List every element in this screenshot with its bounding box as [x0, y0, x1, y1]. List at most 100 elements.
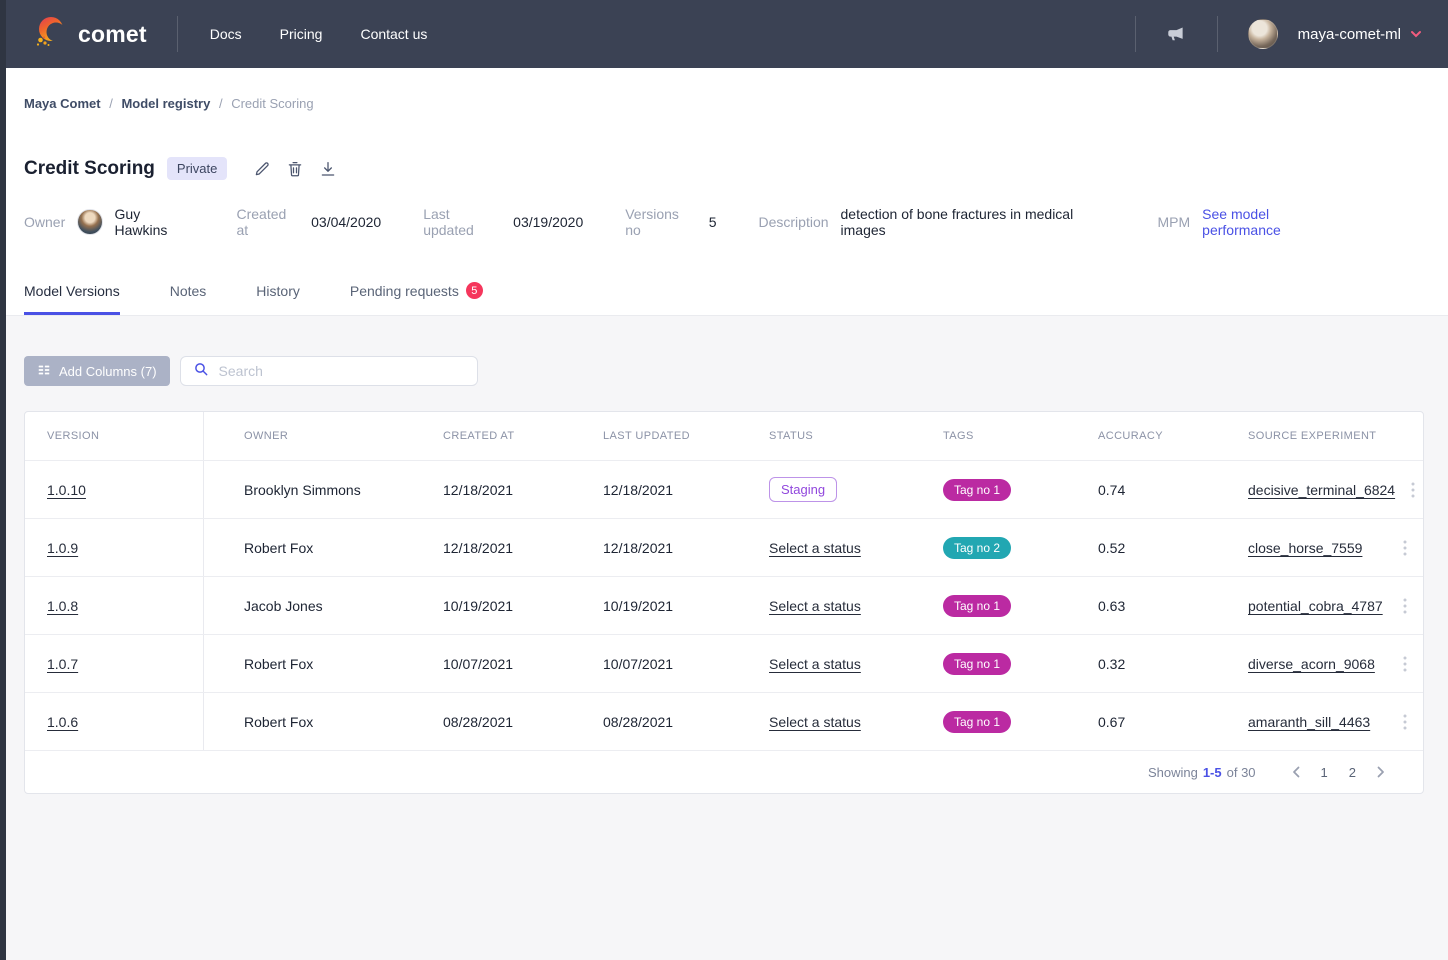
version-link[interactable]: 1.0.8	[47, 598, 78, 614]
created-at-cell: 10/07/2021	[403, 635, 563, 692]
column-header-source-experiment[interactable]: SOURCE EXPERIMENT	[1208, 412, 1387, 460]
row-actions-kebab-icon[interactable]	[1387, 656, 1423, 672]
page-number-1[interactable]: 1	[1321, 765, 1328, 780]
add-columns-button[interactable]: Add Columns (7)	[24, 356, 170, 386]
see-model-performance-link[interactable]: See model performance	[1202, 206, 1348, 238]
nav-divider	[1217, 16, 1218, 52]
source-experiment-link[interactable]: amaranth_sill_4463	[1248, 714, 1370, 730]
last-updated-cell: 10/07/2021	[563, 635, 729, 692]
showing-label: Showing	[1148, 765, 1198, 780]
tag-pill[interactable]: Tag no 1	[943, 595, 1011, 617]
source-experiment-link[interactable]: diverse_acorn_9068	[1248, 656, 1375, 672]
download-icon[interactable]	[319, 160, 337, 178]
announcements-megaphone-icon[interactable]	[1166, 24, 1187, 45]
showing-total: of 30	[1227, 765, 1256, 780]
page-title: Credit Scoring	[24, 158, 155, 180]
chevron-left-icon[interactable]	[1292, 766, 1300, 778]
edit-pencil-icon[interactable]	[253, 160, 271, 178]
nav-divider	[1135, 16, 1136, 52]
select-status-link[interactable]: Select a status	[769, 540, 861, 556]
source-experiment-link[interactable]: potential_cobra_4787	[1248, 598, 1383, 614]
add-columns-label: Add Columns (7)	[59, 364, 157, 379]
last-updated-value: 03/19/2020	[513, 214, 583, 230]
search-input[interactable]	[219, 363, 465, 379]
search-box[interactable]	[180, 356, 478, 386]
row-actions-kebab-icon[interactable]	[1387, 714, 1423, 730]
tag-pill[interactable]: Tag no 1	[943, 653, 1011, 675]
select-status-link[interactable]: Select a status	[769, 714, 861, 730]
nav-link-pricing[interactable]: Pricing	[278, 20, 325, 48]
created-at-cell: 12/18/2021	[403, 461, 563, 518]
tab-model-versions[interactable]: Model Versions	[24, 282, 120, 315]
nav-link-docs[interactable]: Docs	[208, 20, 244, 48]
showing-range: 1-5	[1203, 765, 1222, 780]
last-updated-label: Last updated	[423, 206, 501, 238]
tab-bar: Model Versions Notes History Pending req…	[0, 282, 1448, 316]
row-actions-kebab-icon[interactable]	[1395, 482, 1424, 498]
last-updated-cell: 10/19/2021	[563, 577, 729, 634]
user-name: maya-comet-ml	[1298, 26, 1401, 43]
accuracy-cell: 0.74	[1058, 461, 1208, 518]
breadcrumb-separator: /	[219, 96, 223, 111]
delete-trash-icon[interactable]	[286, 160, 304, 178]
pagination: 1 2	[1292, 765, 1385, 780]
version-link[interactable]: 1.0.9	[47, 540, 78, 556]
column-header-version[interactable]: VERSION	[25, 412, 204, 460]
tab-label: Pending requests	[350, 283, 459, 299]
pending-requests-count-badge: 5	[466, 282, 483, 299]
row-actions-kebab-icon[interactable]	[1387, 540, 1423, 556]
breadcrumb-model-registry[interactable]: Model registry	[121, 96, 210, 111]
select-status-link[interactable]: Select a status	[769, 598, 861, 614]
owner-cell: Brooklyn Simmons	[204, 461, 403, 518]
search-icon	[193, 361, 209, 382]
table-row: 1.0.9 Robert Fox 12/18/2021 12/18/2021 S…	[25, 518, 1423, 576]
owner-cell: Robert Fox	[204, 693, 403, 750]
breadcrumb-current: Credit Scoring	[231, 96, 313, 111]
column-header-created-at[interactable]: CREATED AT	[403, 412, 563, 460]
source-experiment-link[interactable]: close_horse_7559	[1248, 540, 1362, 556]
top-navbar: comet Docs Pricing Contact us maya-comet…	[0, 0, 1448, 68]
tab-history[interactable]: History	[256, 282, 300, 315]
versions-label: Versions no	[625, 206, 696, 238]
tag-pill[interactable]: Tag no 1	[943, 711, 1011, 733]
table-row: 1.0.7 Robert Fox 10/07/2021 10/07/2021 S…	[25, 634, 1423, 692]
last-updated-cell: 08/28/2021	[563, 693, 729, 750]
tab-pending-requests[interactable]: Pending requests 5	[350, 282, 483, 315]
comet-logo-icon	[32, 14, 68, 55]
row-actions-kebab-icon[interactable]	[1387, 598, 1423, 614]
version-link[interactable]: 1.0.7	[47, 656, 78, 672]
chevron-right-icon[interactable]	[1377, 766, 1385, 778]
source-experiment-link[interactable]: decisive_terminal_6824	[1248, 482, 1395, 498]
select-status-link[interactable]: Select a status	[769, 656, 861, 672]
created-at-label: Created at	[236, 206, 299, 238]
navbar-right: maya-comet-ml	[1105, 16, 1422, 52]
column-header-owner[interactable]: OWNER	[204, 412, 403, 460]
last-updated-cell: 12/18/2021	[563, 461, 729, 518]
comet-brand[interactable]: comet	[32, 14, 147, 55]
status-badge[interactable]: Staging	[769, 477, 837, 502]
meta-last-updated: Last updated 03/19/2020	[423, 206, 583, 238]
brand-name: comet	[78, 21, 147, 48]
column-header-tags[interactable]: TAGS	[903, 412, 1058, 460]
column-header-status[interactable]: STATUS	[729, 412, 903, 460]
version-link[interactable]: 1.0.10	[47, 482, 86, 498]
breadcrumb: Maya Comet / Model registry / Credit Sco…	[0, 68, 1448, 111]
page-number-2[interactable]: 2	[1349, 765, 1356, 780]
accuracy-cell: 0.52	[1058, 519, 1208, 576]
model-versions-table: VERSION OWNER CREATED AT LAST UPDATED ST…	[24, 411, 1424, 794]
version-link[interactable]: 1.0.6	[47, 714, 78, 730]
tag-pill[interactable]: Tag no 2	[943, 537, 1011, 559]
columns-icon	[37, 363, 51, 380]
breadcrumb-workspace[interactable]: Maya Comet	[24, 96, 101, 111]
column-header-last-updated[interactable]: LAST UPDATED	[563, 412, 729, 460]
tag-pill[interactable]: Tag no 1	[943, 479, 1011, 501]
table-row: 1.0.10 Brooklyn Simmons 12/18/2021 12/18…	[25, 460, 1423, 518]
column-header-accuracy[interactable]: ACCURACY	[1058, 412, 1208, 460]
nav-links: Docs Pricing Contact us	[208, 20, 430, 48]
nav-link-contact-us[interactable]: Contact us	[358, 20, 429, 48]
description-value: detection of bone fractures in medical i…	[841, 206, 1116, 238]
owner-cell: Robert Fox	[204, 635, 403, 692]
user-menu[interactable]: maya-comet-ml	[1248, 19, 1422, 49]
title-actions	[253, 160, 337, 178]
tab-notes[interactable]: Notes	[170, 282, 207, 315]
